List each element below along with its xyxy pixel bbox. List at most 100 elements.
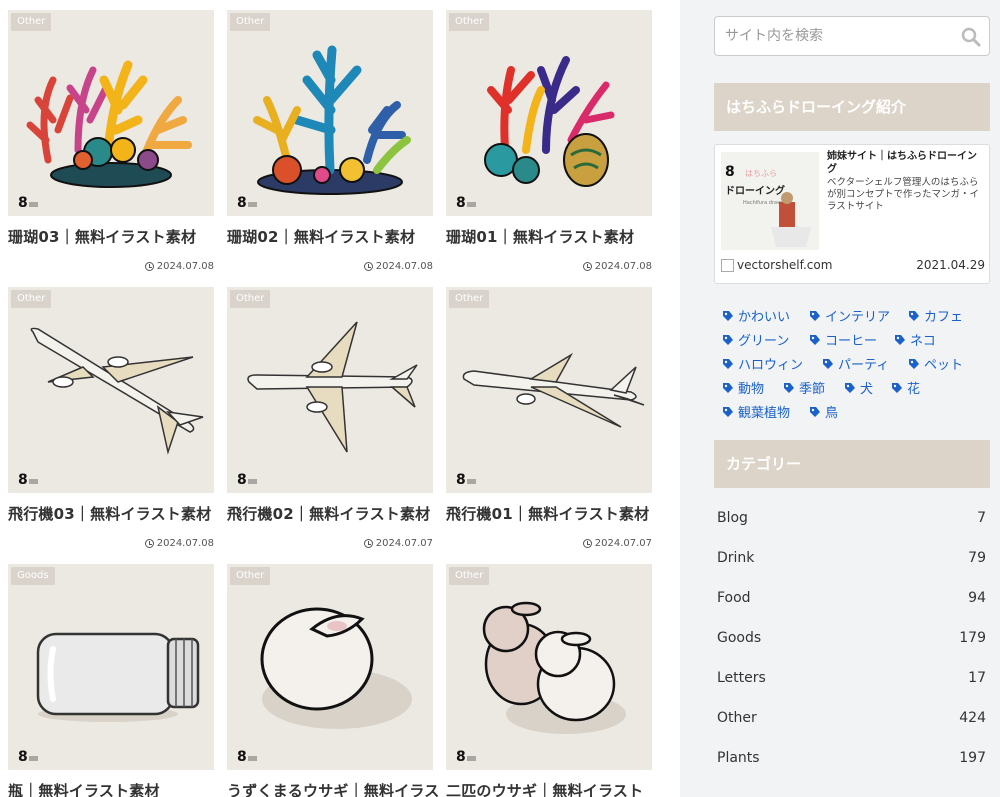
blog-card-link[interactable]: 8 はちふら ドローイング Hachifura drawing 姉妹サイト｜はち…	[714, 144, 990, 284]
category-tag[interactable]: Other	[449, 290, 490, 308]
category-item[interactable]: Goods 179	[714, 620, 990, 660]
tag-link[interactable]: カフェ	[908, 306, 963, 325]
tag-link[interactable]: 花	[891, 378, 920, 397]
post-title[interactable]: 珊瑚01｜無料イラスト素材	[446, 226, 666, 247]
category-item[interactable]: Letters 17	[714, 660, 990, 700]
blog-card-title[interactable]: 姉妹サイト｜はちふらドローイング	[827, 150, 985, 176]
post-title[interactable]: 瓶｜無料イラスト素材	[8, 780, 228, 797]
post-thumbnail[interactable]: Other 8	[227, 564, 433, 770]
search-input[interactable]	[715, 17, 945, 55]
clock-icon	[363, 539, 373, 548]
svg-text:ドローイング: ドローイング	[725, 184, 785, 197]
search-icon[interactable]	[961, 27, 981, 47]
post-date: 2024.07.08	[144, 538, 214, 549]
svg-text:8: 8	[725, 164, 735, 180]
site-logo-icon: 8	[237, 749, 257, 764]
svg-text:8: 8	[456, 749, 466, 764]
tag-link[interactable]: 観葉植物	[722, 402, 790, 421]
airplane-illustration	[462, 352, 645, 428]
site-logo-icon: 8	[456, 749, 476, 764]
tag-icon	[810, 334, 820, 345]
category-item[interactable]: Drink 79	[714, 540, 990, 580]
tag-icon	[723, 358, 733, 369]
post-thumbnail[interactable]: Other 8	[446, 10, 652, 216]
clock-icon	[582, 262, 592, 271]
post-thumbnail[interactable]: Other 8	[446, 564, 652, 770]
post-title[interactable]: 珊瑚03｜無料イラスト素材	[8, 226, 228, 247]
tag-link[interactable]: グリーン	[722, 330, 789, 349]
tag-icon	[784, 382, 794, 393]
category-item[interactable]: Other 424	[714, 700, 990, 740]
tag-icon	[892, 382, 902, 393]
blog-card-description: ベクターシェルフ管理人のはちふらが別コンセプトで作ったマンガ・イラストサイト	[827, 177, 980, 212]
category-item[interactable]: Plants 197	[714, 740, 990, 780]
post-thumbnail[interactable]: Other 8	[446, 287, 652, 493]
site-logo-icon: 8	[456, 195, 476, 210]
svg-text:8: 8	[237, 749, 247, 764]
category-tag[interactable]: Goods	[11, 567, 55, 585]
tag-icon	[723, 406, 733, 417]
blog-card-image: 8 はちふら ドローイング Hachifura drawing	[721, 152, 819, 250]
tag-link[interactable]: 鳥	[809, 402, 838, 421]
post-title[interactable]: 二匹のウサギ｜無料イラスト	[446, 780, 666, 797]
category-tag[interactable]: Other	[449, 567, 490, 585]
post-grid: Other 8 珊瑚03｜無料イラスト素材 2024.07.08 Other 8…	[0, 0, 680, 797]
post-title[interactable]: 珊瑚02｜無料イラスト素材	[227, 226, 447, 247]
svg-text:8: 8	[18, 749, 28, 764]
tag-link[interactable]: パーティ	[822, 354, 889, 373]
post-thumbnail[interactable]: Goods 8	[8, 564, 214, 770]
category-tag[interactable]: Other	[449, 13, 490, 31]
jar-illustration	[36, 632, 200, 722]
category-item[interactable]: Blog 7	[714, 500, 990, 540]
tag-icon	[895, 334, 905, 345]
tag-link[interactable]: コーヒー	[809, 330, 877, 349]
svg-text:はちふら: はちふら	[745, 169, 777, 178]
tag-link[interactable]: ネコ	[894, 330, 936, 349]
intro-widget-title: はちふらドローイング紹介	[714, 83, 990, 131]
category-tag[interactable]: Other	[230, 290, 271, 308]
site-logo-icon: 8	[18, 749, 38, 764]
category-tag[interactable]: Other	[230, 13, 271, 31]
post-title[interactable]: うずくまるウサギ｜無料イラス	[227, 780, 447, 797]
clock-icon	[144, 539, 154, 548]
tag-icon	[723, 334, 733, 345]
post-thumbnail[interactable]: Other 8	[227, 287, 433, 493]
tag-link[interactable]: 犬	[844, 378, 873, 397]
svg-text:8: 8	[18, 195, 28, 210]
tag-link[interactable]: インテリア	[809, 306, 890, 325]
rabbit-illustration	[260, 607, 412, 729]
post-thumbnail[interactable]: Other 8	[8, 10, 214, 216]
blog-card-site: vectorshelf.com	[721, 258, 832, 272]
tag-link[interactable]: ハロウィン	[722, 354, 803, 373]
post-title[interactable]: 飛行機01｜無料イラスト素材	[446, 503, 666, 524]
post-thumbnail[interactable]: Other 8	[8, 287, 214, 493]
site-logo-icon: 8	[456, 472, 476, 487]
clock-icon	[144, 262, 154, 271]
category-tag[interactable]: Other	[11, 290, 52, 308]
category-tag[interactable]: Other	[230, 567, 271, 585]
post-thumbnail[interactable]: Other 8	[227, 10, 433, 216]
tag-link[interactable]: 季節	[783, 378, 825, 397]
favicon-icon	[721, 258, 734, 272]
tag-link[interactable]: かわいい	[722, 306, 790, 325]
svg-text:8: 8	[237, 472, 247, 487]
tag-icon	[909, 310, 919, 321]
clock-icon	[363, 262, 373, 271]
post-title[interactable]: 飛行機03｜無料イラスト素材	[8, 503, 228, 524]
coral-illustration	[253, 45, 411, 195]
category-widget-title: カテゴリー	[714, 440, 990, 488]
category-item[interactable]: Food 94	[714, 580, 990, 620]
tag-link[interactable]: ペット	[908, 354, 963, 373]
tag-link[interactable]: 動物	[722, 378, 764, 397]
tag-icon	[810, 406, 820, 417]
post-title[interactable]: 飛行機02｜無料イラスト素材	[227, 503, 447, 524]
two-rabbits-illustration	[482, 601, 626, 734]
airplane-illustration	[247, 321, 418, 453]
tag-icon	[909, 358, 919, 369]
post-date: 2024.07.08	[144, 261, 214, 272]
blog-card-footer: vectorshelf.com 2021.04.29	[721, 258, 985, 274]
coral-illustration	[484, 56, 615, 187]
svg-text:8: 8	[456, 195, 466, 210]
category-tag[interactable]: Other	[11, 13, 52, 31]
airplane-illustration	[30, 327, 204, 455]
